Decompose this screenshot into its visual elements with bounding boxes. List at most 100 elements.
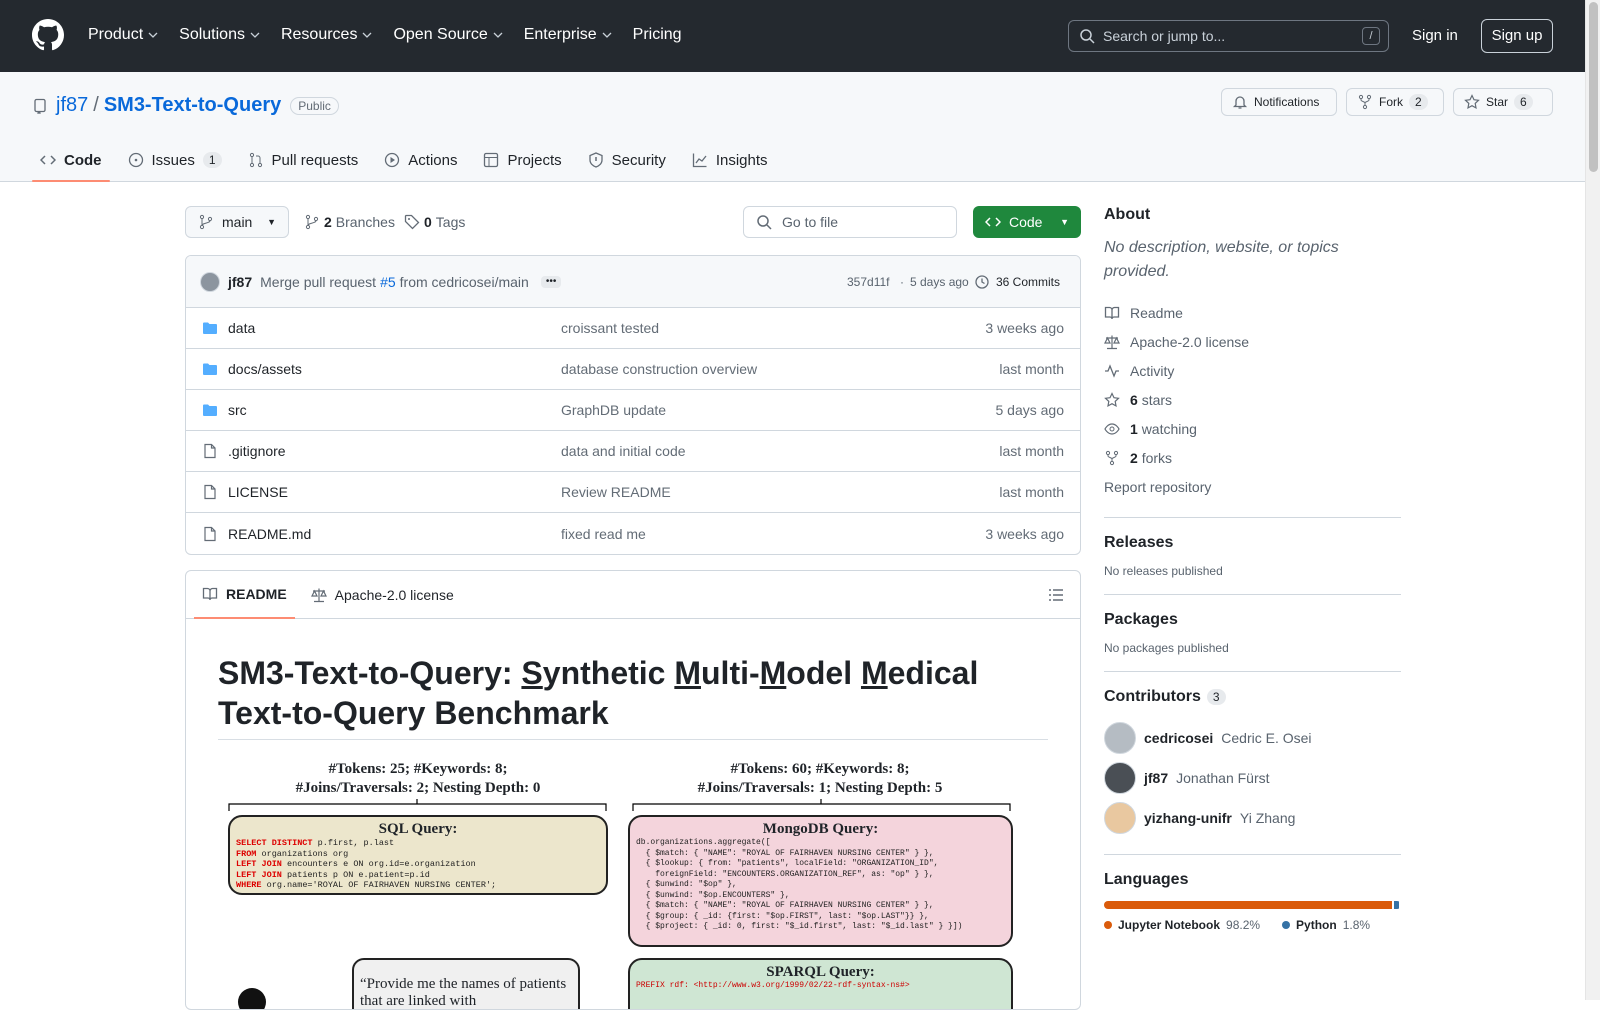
global-search-input[interactable]: Search or jump to... / [1068,20,1389,52]
scale-icon [310,588,327,602]
commits-link[interactable]: 36 Commits [974,274,1060,290]
about-link-fork[interactable]: 2 forks [1104,443,1401,472]
nav-pricing[interactable]: Pricing [633,22,682,48]
github-logo-icon[interactable] [32,19,64,51]
repo-name-link[interactable]: SM3-Text-to-Query [104,94,281,117]
tab-actions[interactable]: Actions [376,140,465,180]
contributor-login[interactable]: yizhang-unifr [1144,810,1232,826]
file-row[interactable]: data croissant tested 3 weeks ago [186,308,1080,349]
nav-resources[interactable]: Resources [281,22,373,48]
nav-enterprise[interactable]: Enterprise [524,22,613,48]
about-link-pulse[interactable]: Activity [1104,356,1401,385]
file-row[interactable]: .gitignore data and initial code last mont… [186,431,1080,472]
commit-author[interactable]: jf87 [228,274,252,290]
sql-line: SELECT DISTINCT p.first, p.last [236,838,395,848]
packages-heading[interactable]: Packages [1104,611,1401,629]
nav-open-source[interactable]: Open Source [393,22,503,48]
caret-down-icon: ▼ [1060,217,1069,227]
avatar[interactable] [1104,762,1136,794]
avatar[interactable] [1104,722,1136,754]
fork-icon [1105,450,1119,465]
file-row[interactable]: LICENSE Review README last month [186,472,1080,513]
star-label: Star [1486,95,1509,109]
about-heading: About [1104,206,1151,223]
tab-code[interactable]: Code [32,140,110,182]
about-link-scale[interactable]: Apache-2.0 license [1104,327,1401,356]
commit-message-suffix[interactable]: from cedricosei/main [400,274,529,290]
avatar[interactable] [1104,802,1136,834]
commit-sha[interactable]: 357d11f [847,275,890,289]
nav-product[interactable]: Product [88,22,159,48]
page-scrollbar[interactable] [1585,0,1600,1000]
sql-query-title: SQL Query: [378,821,458,837]
report-repository-link[interactable]: Report repository [1104,472,1401,501]
file-icon [204,443,216,459]
go-to-file-placeholder: Go to file [782,214,839,230]
contributor-item[interactable]: cedricosei Cedric E. Osei [1104,718,1401,758]
contributor-item[interactable]: yizhang-unifr Yi Zhang [1104,798,1401,838]
tab-security[interactable]: Security [580,140,674,180]
releases-heading[interactable]: Releases [1104,534,1401,552]
sign-in-link[interactable]: Sign in [1412,27,1458,44]
mongodb-line: { $project: { _id: 0, first: "$_id.first… [636,922,963,931]
sql-brace [228,799,607,811]
about-link-label: stars [1141,391,1173,408]
about-link-book[interactable]: Readme [1104,298,1401,327]
commit-age: 5 days ago [910,274,969,289]
divider [1104,854,1401,855]
file-commit-message[interactable]: Review README [561,484,671,500]
tab-issues[interactable]: Issues 1 [120,140,230,180]
scrollbar-thumb[interactable] [1589,2,1598,172]
file-row[interactable]: docs/assets database construction overvie… [186,349,1080,390]
nav-solutions[interactable]: Solutions [179,22,261,48]
fork-button[interactable]: Fork 2 [1346,88,1444,116]
file-row[interactable]: README.md fixed read me 3 weeks ago [186,513,1080,554]
branches-link[interactable]: 2 Branches [304,214,395,230]
file-commit-message[interactable]: database construction overview [561,361,757,377]
file-commit-age: last month [999,443,1064,459]
sign-up-button[interactable]: Sign up [1481,19,1553,53]
outline-list-icon[interactable] [1048,587,1064,603]
contributor-item[interactable]: jf87 Jonathan Fürst [1104,758,1401,798]
contributors-heading[interactable]: Contributors 3 [1104,688,1401,706]
commit-message[interactable]: Merge pull request [260,274,376,290]
notifications-label: Notifications [1254,95,1320,109]
branch-select-button[interactable]: main ▼ [185,206,289,238]
tags-link[interactable]: 0 Tags [404,214,465,230]
file-name-link[interactable]: README.md [228,526,311,542]
commit-pr-link[interactable]: #5 [380,274,396,290]
file-name-link[interactable]: docs/assets [228,361,302,377]
code-dropdown-button[interactable]: Code ▼ [973,206,1081,238]
chevron-down-icon [148,32,158,38]
file-name-link[interactable]: src [228,402,247,418]
notifications-button[interactable]: Notifications [1221,88,1337,116]
tab-pull-requests[interactable]: Pull requests [240,140,367,180]
tab-readme[interactable]: README [194,571,295,619]
file-commit-message[interactable]: croissant tested [561,320,659,336]
tab-license[interactable]: Apache-2.0 license [303,571,462,619]
tags-label: Tags [435,214,466,230]
go-to-file-input[interactable]: Go to file [743,206,957,238]
tab-insights[interactable]: Insights [684,140,776,180]
contributor-login[interactable]: cedricosei [1144,730,1213,746]
language-item[interactable]: Python 1.8% [1282,918,1370,932]
file-commit-message[interactable]: fixed read me [561,526,646,542]
file-commit-message[interactable]: data and initial code [561,443,686,459]
about-link-star[interactable]: 6 stars [1104,385,1401,414]
contributor-name: Cedric E. Osei [1221,730,1312,746]
avatar[interactable] [200,271,220,292]
file-name-link[interactable]: .gitignore [228,443,286,459]
language-item[interactable]: Jupyter Notebook 98.2% [1104,918,1260,932]
file-row[interactable]: src GraphDB update 5 days ago [186,390,1080,431]
file-commit-message[interactable]: GraphDB update [561,402,666,418]
ellipsis-button[interactable]: ••• [540,275,562,288]
file-name-link[interactable]: LICENSE [228,484,288,500]
contributor-login[interactable]: jf87 [1144,770,1168,786]
issues-count: 1 [202,152,222,168]
about-link-eye[interactable]: 1 watching [1104,414,1401,443]
tab-projects[interactable]: Projects [475,140,569,180]
star-button[interactable]: Star 6 [1453,88,1553,116]
repo-owner-link[interactable]: jf87 [56,94,88,117]
languages-bar [1104,901,1401,909]
file-name-link[interactable]: data [228,320,255,336]
